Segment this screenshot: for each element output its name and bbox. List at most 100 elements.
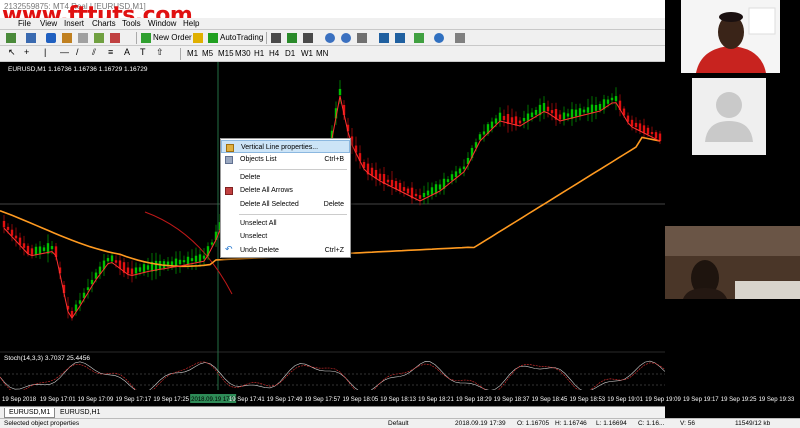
menu-charts[interactable]: Charts: [92, 19, 116, 28]
new-chart-icon[interactable]: [6, 33, 16, 43]
candle-body: [550, 110, 554, 114]
tester-icon[interactable]: [110, 33, 120, 43]
timeframe-m15[interactable]: M15: [218, 48, 234, 60]
terminal-icon[interactable]: [94, 33, 104, 43]
menu-window[interactable]: Window: [148, 19, 176, 28]
candle-body: [10, 229, 14, 236]
status-traffic: 11549/12 kb: [735, 420, 771, 427]
new-order-icon: [141, 33, 151, 43]
candle-body: [574, 109, 578, 117]
time-axis-label: 19 Sep 18:45: [532, 397, 568, 403]
candle-body: [566, 113, 570, 117]
autotrading-icon: [208, 33, 218, 43]
menu-file[interactable]: File: [18, 19, 31, 28]
timeframe-mn[interactable]: MN: [316, 48, 328, 60]
line-chart-icon[interactable]: [303, 33, 313, 43]
autoscroll-icon[interactable]: [395, 33, 405, 43]
time-axis-label: 19 Sep 17:57: [305, 397, 341, 403]
chart-shift-icon[interactable]: [379, 33, 389, 43]
candle-body: [78, 300, 82, 304]
tab-eurusd-h1[interactable]: EURUSD,H1: [56, 408, 104, 418]
time-axis-label: 19 Sep 19:25: [721, 397, 757, 403]
menu-vertical-line-properties[interactable]: Vertical Line properties...: [221, 140, 350, 153]
candle-body: [634, 122, 638, 128]
tab-eurusd-m1[interactable]: EURUSD,M1: [4, 408, 56, 418]
vertical-line-icon[interactable]: |: [44, 47, 54, 57]
menu-unselect-all[interactable]: Unselect All: [221, 217, 350, 230]
zoom-in-icon[interactable]: [325, 33, 335, 43]
menu-view[interactable]: View: [40, 19, 57, 28]
status-datetime: 2018.09.19 17:39: [455, 420, 506, 427]
menu-delete-all-selected[interactable]: Delete All Selected Delete: [221, 198, 350, 211]
label-tool-icon[interactable]: T: [140, 47, 150, 57]
candle-body: [402, 187, 406, 191]
menu-delete-all-arrows[interactable]: Delete All Arrows: [221, 184, 350, 197]
time-axis-label: 19 Sep 19:17: [683, 397, 719, 403]
cursor-icon[interactable]: ↖: [8, 47, 18, 57]
candle-body: [210, 242, 214, 245]
undo-icon: ↶: [225, 244, 233, 254]
candle-body: [6, 226, 10, 230]
metaeditor-icon[interactable]: [193, 33, 203, 43]
candle-body: [586, 107, 590, 113]
candle-body: [146, 265, 150, 270]
candle-body: [594, 104, 598, 112]
timeframe-m30[interactable]: M30: [235, 48, 251, 60]
trendline-icon[interactable]: /: [76, 47, 86, 57]
equidistant-channel-icon[interactable]: ⫽: [92, 47, 102, 57]
tile-windows-icon[interactable]: [357, 33, 367, 43]
candle-body: [526, 113, 530, 121]
status-close: C: 1.16...: [638, 420, 665, 427]
candle-body: [22, 243, 26, 248]
time-axis-label: 19 Sep 18:05: [342, 397, 378, 403]
candle-body: [546, 106, 550, 112]
menu-objects-list[interactable]: Objects List Ctrl+B: [221, 153, 350, 166]
timeframe-m1[interactable]: M1: [187, 48, 198, 60]
candle-body: [110, 255, 114, 262]
status-open: O: 1.16705: [517, 420, 550, 427]
timeframe-h1[interactable]: H1: [254, 48, 264, 60]
time-axis-label: 19 Sep 18:53: [569, 397, 605, 403]
market-watch-icon[interactable]: [46, 33, 56, 43]
candle-body: [38, 246, 42, 254]
bar-chart-icon[interactable]: [271, 33, 281, 43]
candle-body: [426, 190, 430, 196]
candle-body: [170, 261, 174, 266]
timeframe-h4[interactable]: H4: [269, 48, 279, 60]
candle-body: [494, 118, 498, 124]
horizontal-line-icon[interactable]: —: [60, 47, 70, 57]
timeframe-d1[interactable]: D1: [285, 48, 295, 60]
time-axis-label: 19 Sep 17:17: [115, 397, 151, 403]
candle-body: [406, 188, 410, 194]
new-order-button[interactable]: New Order: [153, 32, 192, 44]
menu-tools[interactable]: Tools: [122, 19, 141, 28]
autotrading-button[interactable]: AutoTrading: [220, 32, 263, 44]
templates-icon[interactable]: [455, 33, 465, 43]
fibonacci-icon[interactable]: ≡: [108, 47, 118, 57]
timeframe-m5[interactable]: M5: [202, 48, 213, 60]
candlestick-icon[interactable]: [287, 33, 297, 43]
candle-body: [510, 117, 514, 123]
candle-body: [598, 104, 602, 110]
menu-undo-delete[interactable]: ↶ Undo Delete Ctrl+Z: [221, 244, 350, 257]
periods-icon[interactable]: [434, 33, 444, 43]
time-axis-label: 19 Sep 17:25: [153, 397, 189, 403]
stochastic-main-line: [0, 360, 665, 394]
menu-insert[interactable]: Insert: [64, 19, 84, 28]
crosshair-icon[interactable]: +: [24, 47, 34, 57]
candle-body: [186, 256, 190, 265]
profiles-icon[interactable]: [26, 33, 36, 43]
indicators-icon[interactable]: [414, 33, 424, 43]
timeframe-w1[interactable]: W1: [301, 48, 313, 60]
data-window-icon[interactable]: [62, 33, 72, 43]
text-tool-icon[interactable]: A: [124, 47, 134, 57]
time-axis-label: 19 Sep 19:09: [645, 397, 681, 403]
menu-delete[interactable]: Delete: [221, 171, 350, 184]
menu-help[interactable]: Help: [183, 19, 199, 28]
candle-body: [182, 260, 186, 263]
zoom-out-icon[interactable]: [341, 33, 351, 43]
candle-body: [514, 116, 518, 126]
navigator-icon[interactable]: [78, 33, 88, 43]
arrows-icon[interactable]: ⇧: [156, 47, 166, 57]
menu-unselect[interactable]: Unselect: [221, 230, 350, 243]
